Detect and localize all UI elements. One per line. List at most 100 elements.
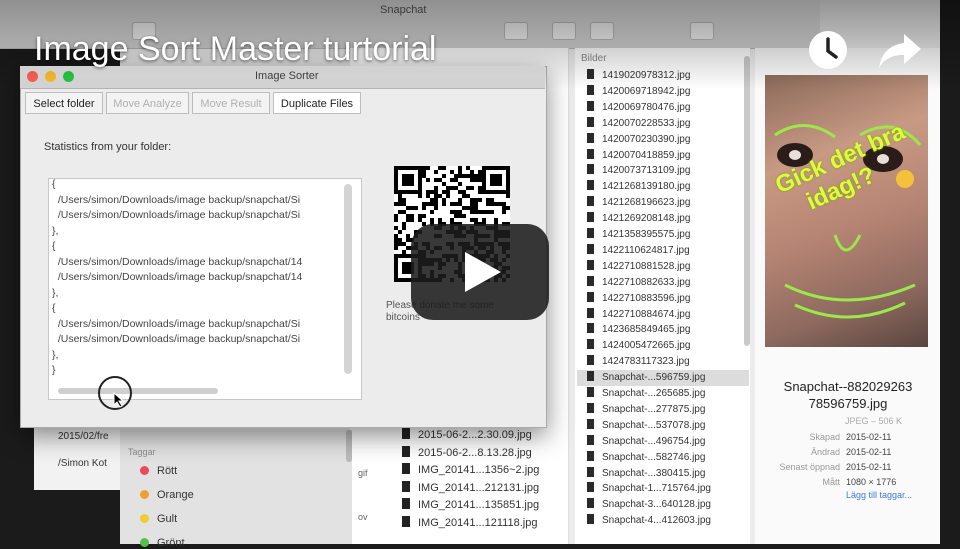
file-list-item[interactable]: 1421269208148.jpg — [577, 211, 749, 227]
file-list-item[interactable]: 1420070230390.jpg — [577, 132, 749, 148]
statistics-line: /Users/simon/Downloads/image backup/snap… — [52, 333, 301, 345]
file-name: 1421269208148.jpg — [602, 213, 691, 225]
jpg-file-icon — [587, 84, 594, 95]
file-list-item[interactable]: 1423685849465.jpg — [577, 322, 749, 338]
dropbox-button[interactable] — [690, 22, 714, 40]
preview-kind: JPEG – 506 K — [845, 416, 903, 426]
jpg-file-icon — [402, 463, 410, 474]
file-list-item[interactable]: Snapchat-...537078.jpg — [577, 418, 749, 434]
jpg-file-icon — [402, 498, 410, 509]
file-list-item[interactable]: 1424783117323.jpg — [577, 354, 749, 370]
view-options-button[interactable] — [504, 22, 528, 40]
file-list-item[interactable]: Snapchat-...596759.jpg — [577, 370, 749, 386]
app-title: Image Sorter — [255, 70, 319, 82]
meta-value: 2015-02-11 — [846, 447, 892, 457]
file-name: 1422710884674.jpg — [602, 308, 691, 320]
file-list-item[interactable]: Snapchat-...496754.jpg — [577, 434, 749, 450]
folder-file-item[interactable]: IMG_20141...121118.jpg — [402, 515, 538, 529]
statistics-line: /Users/simon/Downloads/image backup/snap… — [52, 193, 301, 206]
jpg-file-icon — [587, 148, 594, 159]
mouse-cursor-icon — [113, 392, 125, 408]
watch-later-icon[interactable] — [808, 30, 848, 70]
file-name: IMG_20141...1356~2.jpg — [418, 464, 540, 476]
statistics-line: /Users/simon/Downloads/image backup/snap… — [52, 271, 303, 283]
file-name: 1420073713109.jpg — [602, 165, 691, 177]
file-name: Snapchat-1...715764.jpg — [602, 483, 711, 495]
file-name: 1421358395575.jpg — [602, 229, 691, 240]
file-list-item[interactable]: Snapchat-...265685.jpg — [577, 386, 749, 402]
textarea-vertical-scrollbar[interactable] — [344, 184, 352, 374]
file-name: 1424005472665.jpg — [602, 340, 691, 352]
file-list-item[interactable]: 1419020978312.jpg — [577, 68, 749, 84]
tag-item[interactable]: Gult — [140, 513, 177, 525]
file-name: 2015-06-2...8.13.28.jpg — [418, 446, 532, 459]
tag-item[interactable]: Orange — [140, 489, 194, 501]
textarea-horizontal-scrollbar[interactable] — [58, 388, 218, 394]
file-list-item[interactable]: 1421358395575.jpg — [577, 227, 749, 243]
file-list-item[interactable]: 1422710881528.jpg — [577, 259, 749, 275]
statistics-line: /Users/simon/Downloads/image backup/snap… — [52, 209, 301, 221]
file-name: Snapchat-3...640128.jpg — [602, 499, 711, 511]
file-list-item[interactable]: Snapchat-...380415.jpg — [577, 466, 749, 482]
file-name: 1421268196623.jpg — [602, 197, 691, 209]
tab-select-folder[interactable]: Select folder — [25, 92, 103, 114]
folder-file-item[interactable]: 2015-06-2...8.13.28.jpg — [402, 445, 532, 459]
file-list-item[interactable]: Snapchat-4...412603.jpg — [577, 513, 749, 529]
statistics-line: { — [52, 240, 56, 252]
file-list-item[interactable]: 1422110624817.jpg — [577, 243, 749, 259]
file-list-item[interactable]: 1421268139180.jpg — [577, 179, 749, 195]
file-name: 1422710881528.jpg — [602, 260, 691, 272]
tag-item[interactable]: Rött — [140, 465, 177, 477]
tab-move-analyze[interactable]: Move Analyze — [106, 92, 189, 114]
file-list-item[interactable]: Snapchat-1...715764.jpg — [577, 481, 749, 497]
share-icon[interactable] — [878, 32, 922, 70]
jpg-file-icon — [587, 339, 594, 350]
tag-color-dot — [140, 466, 149, 475]
file-name: 1422710883596.jpg — [602, 292, 691, 304]
file-list-item[interactable]: 1424005472665.jpg — [577, 338, 749, 354]
tag-color-dot — [140, 538, 149, 547]
file-list-item[interactable]: Snapchat-...582746.jpg — [577, 450, 749, 466]
jpg-file-icon — [402, 428, 410, 439]
jpg-file-icon — [587, 164, 594, 175]
file-list-item[interactable]: 1420073713109.jpg — [577, 163, 749, 179]
tag-label: Rött — [157, 465, 178, 477]
tag-color-dot — [140, 490, 149, 499]
add-tags-link[interactable]: Lägg till taggar... — [846, 490, 912, 500]
statistics-line: { — [52, 302, 56, 314]
file-list-scrollbar[interactable] — [744, 56, 750, 346]
file-name: 1424783117323.jpg — [602, 356, 690, 368]
close-window-button[interactable] — [27, 71, 38, 82]
tags-toolbar-button[interactable] — [590, 22, 614, 40]
tag-item[interactable]: Grönt — [140, 537, 185, 549]
finder-title: Snapchat — [380, 4, 427, 16]
jpg-file-icon — [587, 100, 594, 111]
sidebar-scrollbar[interactable] — [346, 430, 352, 462]
file-list-item[interactable]: 1421268196623.jpg — [577, 195, 749, 211]
folder-file-item[interactable]: 2015-06-2...2.30.09.jpg — [402, 428, 532, 441]
meta-value: 2015-02-11 — [846, 462, 892, 472]
file-list-item[interactable]: 1420070418859.jpg — [577, 148, 749, 164]
file-list-item[interactable]: Snapchat-...277875.jpg — [577, 402, 749, 418]
background-name: /Simon Kot — [58, 458, 107, 469]
folder-file-item[interactable]: IMG_20141...1356~2.jpg — [402, 463, 539, 476]
file-list-item[interactable]: 1420070228533.jpg — [577, 116, 749, 132]
file-list-item[interactable]: Snapchat-3...640128.jpg — [577, 497, 749, 513]
face-drawing — [774, 124, 922, 319]
file-list-item[interactable]: 1420069780476.jpg — [577, 100, 749, 116]
share-toolbar-button[interactable] — [552, 22, 576, 40]
file-list-item[interactable]: 1422710884674.jpg — [577, 307, 749, 323]
file-list-item[interactable]: 1422710882633.jpg — [577, 275, 749, 291]
tab-move-result[interactable]: Move Result — [192, 92, 270, 114]
video-title[interactable]: Image Sort Master turtorial — [34, 30, 436, 69]
folder-file-item[interactable]: IMG_20141...135851.jpg — [402, 498, 539, 511]
play-icon — [465, 252, 501, 292]
folder-file-item[interactable]: IMG_20141...212131.jpg — [402, 480, 539, 494]
file-name: 1419020978312.jpg — [602, 70, 691, 81]
file-list-item[interactable]: 1420069718942.jpg — [577, 84, 749, 100]
file-list-item[interactable]: 1422710883596.jpg — [577, 291, 749, 307]
minimize-window-button[interactable] — [45, 71, 56, 82]
zoom-window-button[interactable] — [63, 71, 74, 82]
file-name: IMG_20141...121118.jpg — [418, 516, 538, 529]
tab-duplicate-files[interactable]: Duplicate Files — [273, 92, 361, 114]
